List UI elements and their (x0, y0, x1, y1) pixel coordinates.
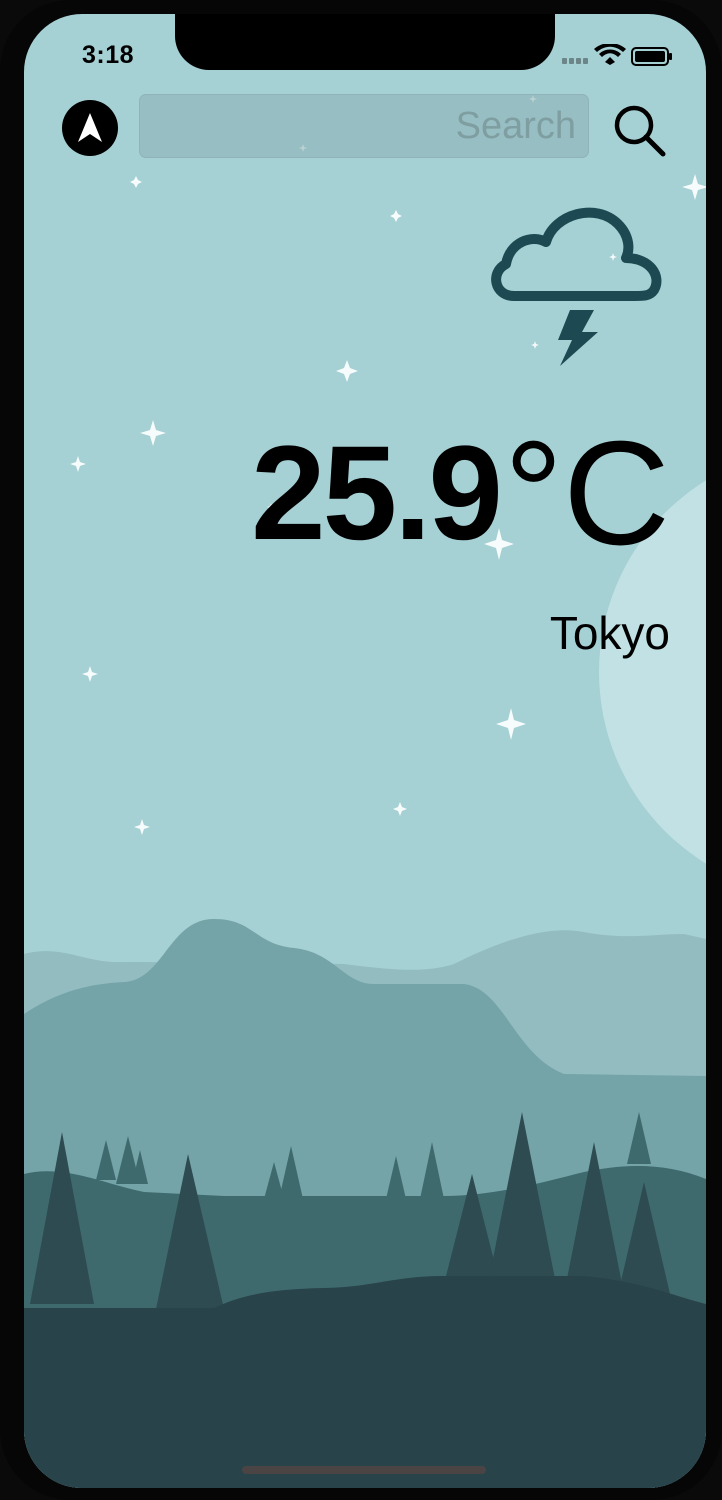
temperature-unit: °C (503, 411, 670, 576)
battery-icon (631, 47, 672, 66)
search-input[interactable] (139, 94, 589, 158)
status-time: 3:18 (82, 41, 135, 69)
search-button[interactable] (609, 100, 669, 160)
city-name: Tokyo (549, 607, 670, 659)
magnifier-icon (614, 105, 666, 157)
location-arrow-icon (78, 113, 102, 142)
temperature-display: 25.9 °C (251, 414, 670, 574)
cellular-signal-icon (562, 58, 588, 64)
home-indicator[interactable] (242, 1466, 486, 1474)
temperature-value: 25.9 (251, 419, 503, 568)
phone-frame: 3:18 Search 25.9 °C Tokyo (0, 0, 722, 1500)
thunderstorm-cloud-icon (491, 207, 662, 366)
wifi-icon (594, 44, 626, 65)
current-location-button[interactable] (62, 100, 118, 156)
device-notch (175, 14, 555, 70)
app-screen: 3:18 Search 25.9 °C Tokyo (24, 14, 706, 1488)
status-icons (558, 44, 678, 68)
